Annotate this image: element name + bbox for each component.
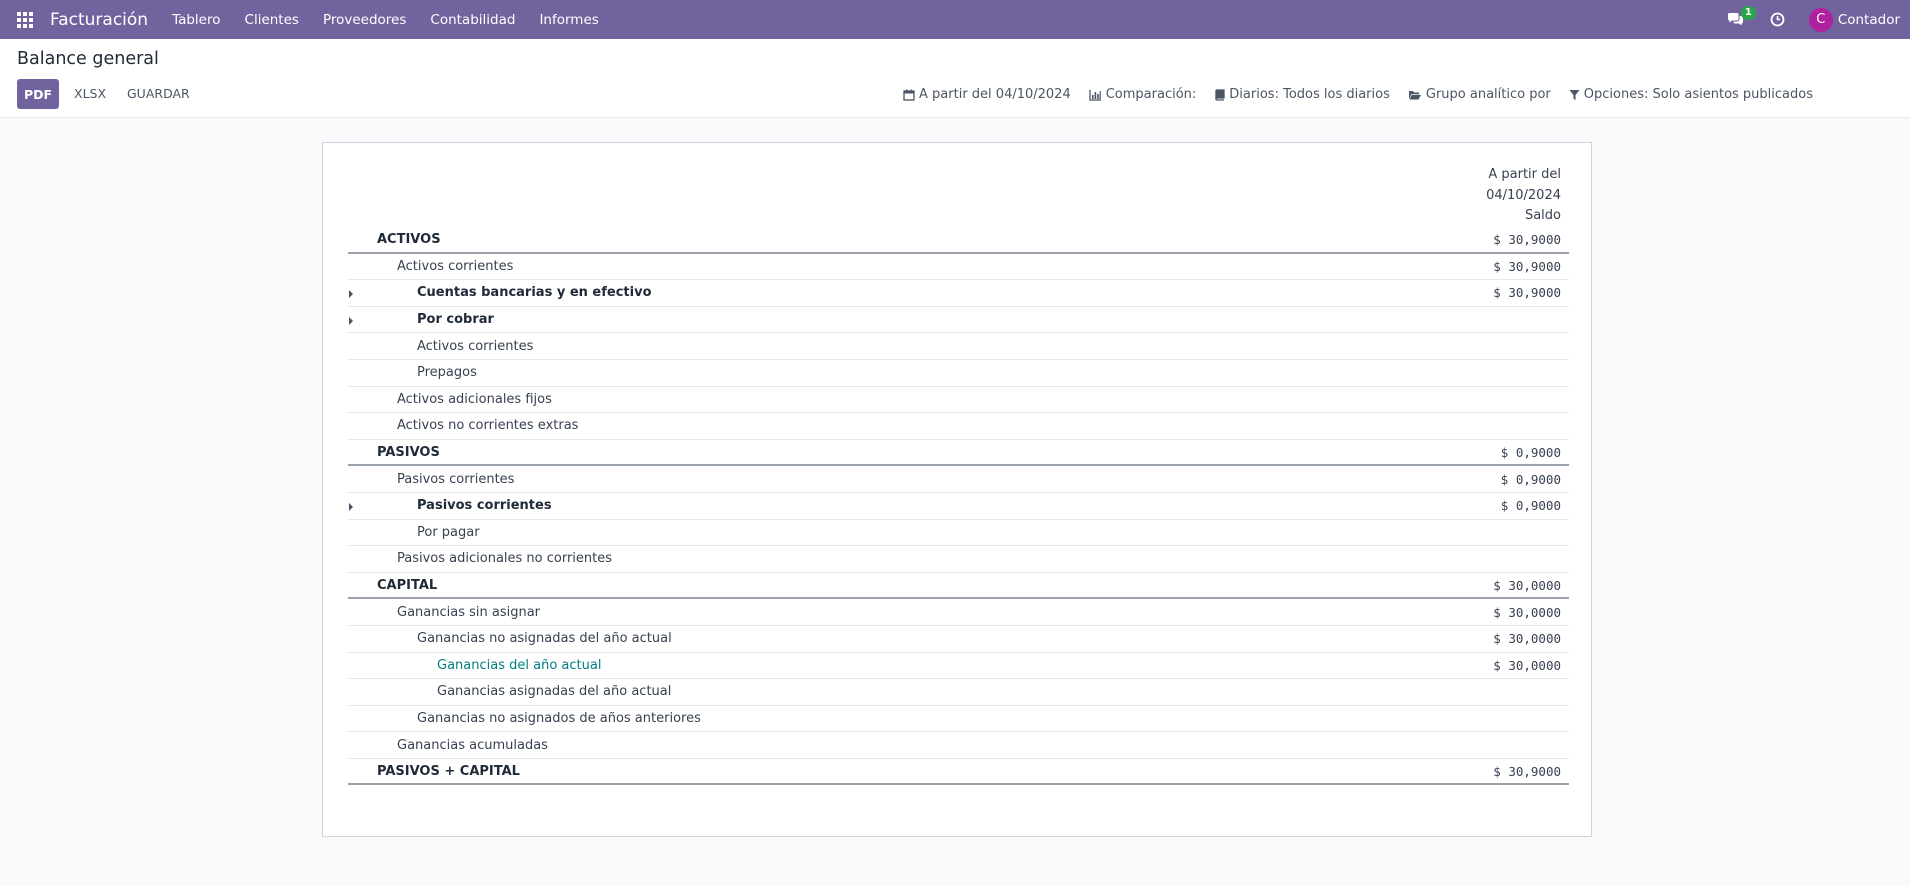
row-amount: $ 30,0000 bbox=[1493, 657, 1561, 673]
user-avatar[interactable]: C bbox=[1808, 7, 1833, 32]
calendar-icon bbox=[903, 89, 915, 101]
bar-chart-icon bbox=[1089, 89, 1101, 101]
row-amount: $ 0,9000 bbox=[1500, 471, 1561, 487]
report-row-capital[interactable]: CAPITAL $ 30,0000 bbox=[348, 573, 1569, 600]
row-label: Activos no corrientes extras bbox=[397, 418, 579, 434]
row-label: Pasivos corrientes bbox=[397, 471, 515, 487]
options-filter[interactable]: Opciones: Solo asientos publicados bbox=[1569, 87, 1813, 102]
pdf-button[interactable]: PDF bbox=[17, 79, 59, 109]
save-button[interactable]: GUARDAR bbox=[127, 79, 190, 109]
report-row-activos-no-corrientes[interactable]: Activos no corrientes extras bbox=[348, 413, 1569, 440]
activity-clock-icon[interactable] bbox=[1767, 9, 1789, 31]
report-row-ganancias-anos-anteriores[interactable]: Ganancias no asignados de años anteriore… bbox=[348, 706, 1569, 733]
menu-contabilidad[interactable]: Contabilidad bbox=[430, 12, 515, 28]
row-amount: $ 30,9000 bbox=[1493, 258, 1561, 274]
report-row-pasivos-corrientes[interactable]: Pasivos corrientes $ 0,9000 bbox=[348, 466, 1569, 493]
messages-count-badge: 1 bbox=[1740, 5, 1756, 20]
row-label: PASIVOS bbox=[377, 444, 440, 460]
column-header: A partir del 04/10/2024 Saldo bbox=[348, 165, 1569, 227]
report-row-pasivos[interactable]: PASIVOS $ 0,9000 bbox=[348, 440, 1569, 467]
row-label: Prepagos bbox=[417, 365, 477, 381]
report-row-cuentas-bancarias[interactable]: Cuentas bancarias y en efectivo $ 30,900… bbox=[348, 280, 1569, 307]
column-header-line3: Saldo bbox=[1524, 208, 1561, 223]
caret-right-icon[interactable] bbox=[349, 502, 353, 511]
report-row-por-pagar[interactable]: Por pagar bbox=[348, 520, 1569, 547]
row-label: Por cobrar bbox=[417, 312, 494, 328]
column-header-line1: A partir del bbox=[1488, 167, 1561, 182]
report-row-activos-corrientes-sub[interactable]: Activos corrientes bbox=[348, 333, 1569, 360]
navbar-systray: 1 C Contador bbox=[1725, 0, 1910, 39]
report-row-por-cobrar[interactable]: Por cobrar bbox=[348, 307, 1569, 334]
apps-menu-icon[interactable] bbox=[0, 0, 50, 39]
report-row-activos[interactable]: ACTIVOS $ 30,9000 bbox=[348, 227, 1569, 254]
caret-right-icon[interactable] bbox=[349, 316, 353, 325]
report-row-activos-adicionales-fijos[interactable]: Activos adicionales fijos bbox=[348, 387, 1569, 414]
journals-filter[interactable]: Diarios: Todos los diarios bbox=[1214, 87, 1390, 102]
date-filter[interactable]: A partir del 04/10/2024 bbox=[903, 87, 1071, 102]
messages-icon[interactable]: 1 bbox=[1725, 5, 1756, 31]
app-name[interactable]: Facturación bbox=[50, 10, 148, 30]
row-label: Cuentas bancarias y en efectivo bbox=[417, 285, 652, 301]
row-amount: $ 30,0000 bbox=[1493, 577, 1561, 593]
report-row-ganancias-asignadas-actual[interactable]: Ganancias asignadas del año actual bbox=[348, 679, 1569, 706]
row-amount: $ 30,0000 bbox=[1493, 631, 1561, 647]
report-filters: A partir del 04/10/2024 Comparación: Dia… bbox=[885, 87, 1813, 102]
balance-sheet-report: A partir del 04/10/2024 Saldo ACTIVOS $ … bbox=[348, 165, 1569, 786]
report-row-ganancias-acumuladas[interactable]: Ganancias acumuladas bbox=[348, 732, 1569, 759]
row-amount: $ 30,9000 bbox=[1493, 231, 1561, 247]
analytic-filter-label: Grupo analítico por bbox=[1425, 87, 1551, 102]
row-amount: $ 0,9000 bbox=[1500, 444, 1561, 460]
control-panel: Balance general PDF XLSX GUARDAR A parti… bbox=[0, 39, 1910, 118]
report-row-prepagos[interactable]: Prepagos bbox=[348, 360, 1569, 387]
comparison-filter[interactable]: Comparación: bbox=[1089, 87, 1197, 102]
comparison-filter-label: Comparación: bbox=[1105, 87, 1197, 102]
report-row-ganancias-sin-asignar[interactable]: Ganancias sin asignar $ 30,0000 bbox=[348, 599, 1569, 626]
row-label: Ganancias asignadas del año actual bbox=[437, 684, 672, 700]
filter-icon bbox=[1569, 89, 1580, 100]
row-label: Pasivos corrientes bbox=[417, 498, 552, 514]
row-label: Activos adicionales fijos bbox=[397, 391, 552, 407]
row-label: Ganancias sin asignar bbox=[397, 604, 541, 620]
row-label: Activos corrientes bbox=[417, 338, 534, 354]
page-title: Balance general bbox=[17, 49, 159, 69]
row-label: Pasivos adicionales no corrientes bbox=[397, 551, 613, 567]
column-header-line2: 04/10/2024 bbox=[1486, 187, 1561, 203]
report-row-ganancias-del-ano-actual[interactable]: Ganancias del año actual $ 30,0000 bbox=[348, 653, 1569, 680]
menu-tablero[interactable]: Tablero bbox=[172, 12, 220, 28]
date-filter-label: A partir del 04/10/2024 bbox=[919, 87, 1071, 102]
row-label-link[interactable]: Ganancias del año actual bbox=[437, 658, 601, 673]
row-label: Ganancias no asignadas del año actual bbox=[417, 631, 672, 647]
row-label: Por pagar bbox=[417, 524, 480, 540]
top-navbar: Facturación Tablero Clientes Proveedores… bbox=[0, 0, 1910, 39]
row-amount: $ 0,9000 bbox=[1500, 498, 1561, 514]
report-row-activos-corrientes[interactable]: Activos corrientes $ 30,9000 bbox=[348, 254, 1569, 281]
menu-clientes[interactable]: Clientes bbox=[245, 12, 299, 28]
user-name[interactable]: Contador bbox=[1838, 12, 1900, 28]
menu-informes[interactable]: Informes bbox=[539, 12, 598, 28]
report-sheet: A partir del 04/10/2024 Saldo ACTIVOS $ … bbox=[322, 142, 1592, 837]
row-amount: $ 30,9000 bbox=[1493, 285, 1561, 301]
row-label: Ganancias acumuladas bbox=[397, 737, 548, 753]
row-label: Activos corrientes bbox=[397, 258, 514, 274]
report-row-pasivos-corrientes-sub[interactable]: Pasivos corrientes $ 0,9000 bbox=[348, 493, 1569, 520]
row-label: ACTIVOS bbox=[377, 231, 441, 247]
options-filter-label: Opciones: Solo asientos publicados bbox=[1583, 87, 1813, 102]
report-row-ganancias-no-asignadas-actual[interactable]: Ganancias no asignadas del año actual $ … bbox=[348, 626, 1569, 653]
folder-open-icon bbox=[1408, 90, 1421, 99]
menu-proveedores[interactable]: Proveedores bbox=[323, 12, 406, 28]
row-amount: $ 30,9000 bbox=[1493, 763, 1561, 779]
journals-filter-label: Diarios: Todos los diarios bbox=[1229, 87, 1390, 102]
row-amount: $ 30,0000 bbox=[1493, 604, 1561, 620]
report-row-pasivos-no-corrientes[interactable]: Pasivos adicionales no corrientes bbox=[348, 546, 1569, 573]
row-label: CAPITAL bbox=[377, 577, 438, 593]
analytic-filter[interactable]: Grupo analítico por bbox=[1408, 87, 1551, 102]
caret-right-icon[interactable] bbox=[349, 290, 353, 299]
row-label: Ganancias no asignados de años anteriore… bbox=[417, 710, 701, 726]
row-label: PASIVOS + CAPITAL bbox=[377, 763, 520, 779]
xlsx-button[interactable]: XLSX bbox=[74, 79, 106, 109]
report-row-pasivos-mas-capital[interactable]: PASIVOS + CAPITAL $ 30,9000 bbox=[348, 759, 1569, 786]
book-icon bbox=[1215, 88, 1225, 101]
